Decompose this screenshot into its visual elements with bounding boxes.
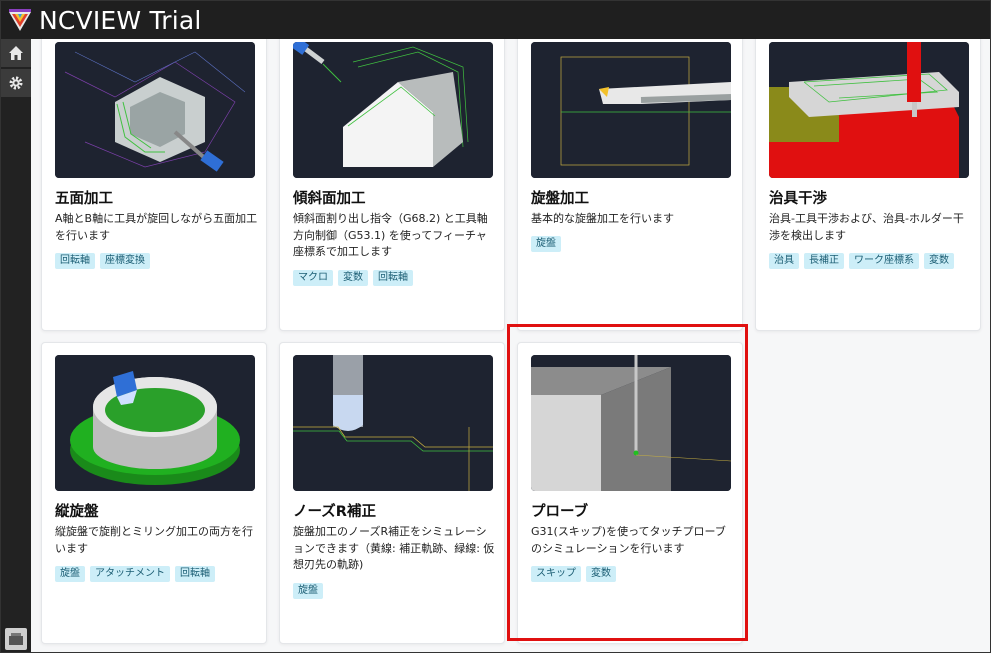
card-title: 治具干渉 xyxy=(769,191,827,207)
card-description: 基本的な旋盤加工を行います xyxy=(531,212,674,225)
card-description: 縦旋盤で旋削とミリング加工の両方を行います xyxy=(55,525,253,555)
card-thumbnail xyxy=(531,42,731,178)
card-thumbnail xyxy=(769,42,969,178)
tag[interactable]: 座標変換 xyxy=(100,253,150,269)
settings-button[interactable] xyxy=(1,69,31,97)
example-card[interactable]: 旋盤加工 基本的な旋盤加工を行います 旋盤 xyxy=(517,39,743,331)
example-card[interactable]: 五面加工 A軸とB軸に工具が旋回しながら五面加工を行います 回転軸 座標変換 xyxy=(41,39,267,331)
gear-icon xyxy=(9,76,23,90)
card-title: 五面加工 xyxy=(55,191,113,207)
card-description: 旋盤加工のノーズR補正をシミュレーションできます（黄線: 補正軌跡、緑線: 仮想… xyxy=(293,525,495,571)
card-title: 縦旋盤 xyxy=(55,504,99,520)
home-icon xyxy=(9,46,23,60)
card-tags: 旋盤 アタッチメント 回転軸 xyxy=(55,566,215,582)
tag[interactable]: スキップ xyxy=(531,566,581,582)
card-tags: 治具 長補正 ワーク座標系 変数 xyxy=(769,253,954,269)
tag[interactable]: 旋盤 xyxy=(293,583,323,599)
card-title: ノーズR補正 xyxy=(293,504,376,520)
tag[interactable]: 旋盤 xyxy=(531,236,561,252)
example-card[interactable]: 傾斜面加工 傾斜面割り出し指令（G68.2) と工具軸方向制御（G53.1) を… xyxy=(279,39,505,331)
title-bar: NCVIEW Trial xyxy=(1,1,990,39)
example-card[interactable]: ノーズR補正 旋盤加工のノーズR補正をシミュレーションできます（黄線: 補正軌跡… xyxy=(279,342,505,644)
example-card[interactable]: プローブ G31(スキップ)を使ってタッチプローブのシミュレーションを行います … xyxy=(517,342,743,644)
card-tags: 回転軸 座標変換 xyxy=(55,253,150,269)
tag[interactable]: 旋盤 xyxy=(55,566,85,582)
tag[interactable]: 変数 xyxy=(924,253,954,269)
card-thumbnail xyxy=(55,355,255,491)
example-card[interactable]: 治具干渉 治具-工具干渉および、治具-ホルダー干渉を検出します 治具 長補正 ワ… xyxy=(755,39,981,331)
tag[interactable]: 回転軸 xyxy=(175,566,215,582)
card-title: プローブ xyxy=(531,504,589,520)
sidebar xyxy=(1,39,31,652)
tag[interactable]: アタッチメント xyxy=(90,566,170,582)
tag[interactable]: 治具 xyxy=(769,253,799,269)
folder-icon xyxy=(9,633,23,645)
tag[interactable]: 長補正 xyxy=(804,253,844,269)
card-tags: 旋盤 xyxy=(293,583,323,599)
tag[interactable]: 回転軸 xyxy=(373,270,413,286)
tag[interactable]: マクロ xyxy=(293,270,333,286)
example-grid: 五面加工 A軸とB軸に工具が旋回しながら五面加工を行います 回転軸 座標変換 傾… xyxy=(31,39,990,652)
card-description: A軸とB軸に工具が旋回しながら五面加工を行います xyxy=(55,212,258,242)
card-tags: スキップ 変数 xyxy=(531,566,616,582)
card-tags: 旋盤 xyxy=(531,236,561,252)
card-thumbnail xyxy=(531,355,731,491)
tag[interactable]: 回転軸 xyxy=(55,253,95,269)
tag[interactable]: ワーク座標系 xyxy=(849,253,919,269)
folder-button[interactable] xyxy=(5,628,27,650)
card-title: 旋盤加工 xyxy=(531,191,589,207)
tag[interactable]: 変数 xyxy=(338,270,368,286)
app-logo-icon xyxy=(9,9,31,31)
app-title: NCVIEW Trial xyxy=(39,5,202,35)
card-description: 傾斜面割り出し指令（G68.2) と工具軸方向制御（G53.1) を使ってフィー… xyxy=(293,212,488,258)
card-title: 傾斜面加工 xyxy=(293,191,366,207)
card-description: 治具-工具干渉および、治具-ホルダー干渉を検出します xyxy=(769,212,964,242)
card-thumbnail xyxy=(55,42,255,178)
card-thumbnail xyxy=(293,355,493,491)
home-button[interactable] xyxy=(1,39,31,67)
example-card[interactable]: 縦旋盤 縦旋盤で旋削とミリング加工の両方を行います 旋盤 アタッチメント 回転軸 xyxy=(41,342,267,644)
card-description: G31(スキップ)を使ってタッチプローブのシミュレーションを行います xyxy=(531,525,726,555)
card-tags: マクロ 変数 回転軸 xyxy=(293,270,413,286)
tag[interactable]: 変数 xyxy=(586,566,616,582)
card-thumbnail xyxy=(293,42,493,178)
